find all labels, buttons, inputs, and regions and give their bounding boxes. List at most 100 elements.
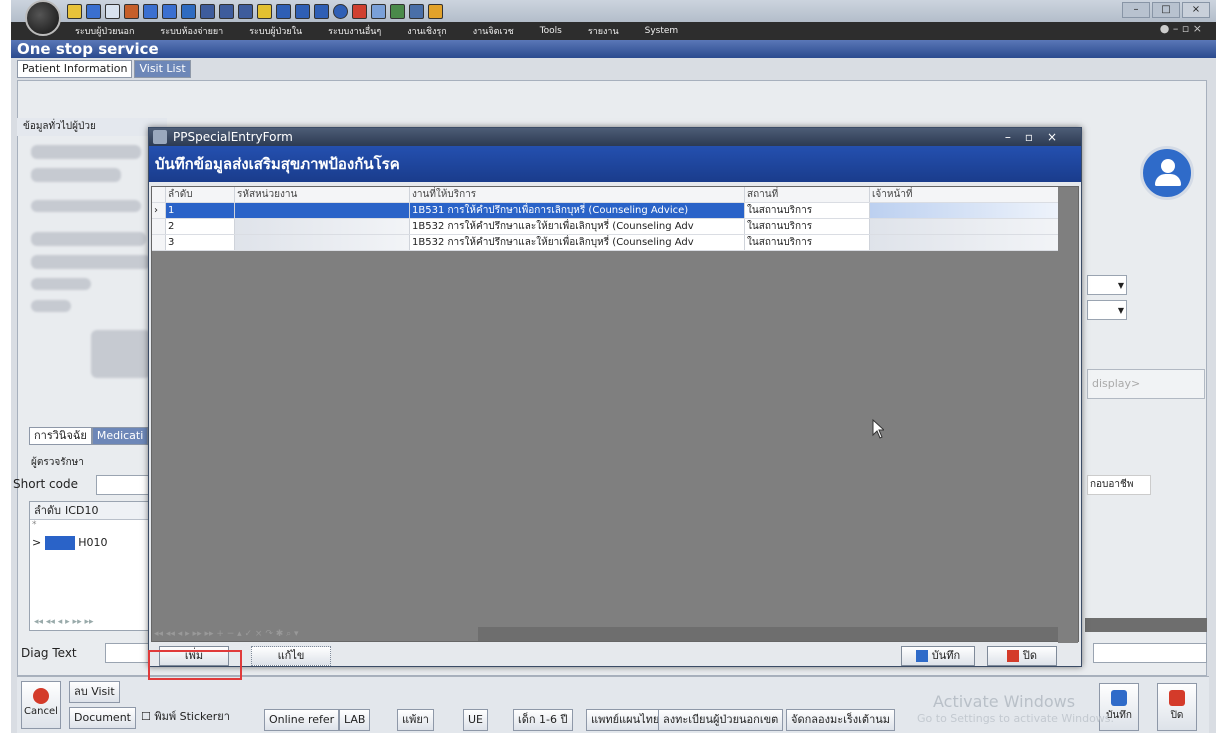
online-refer-button[interactable]: Online refer (264, 709, 340, 731)
ue-button[interactable]: UE (463, 709, 489, 731)
display-box: display> (1087, 369, 1205, 399)
menu-item[interactable]: System (645, 26, 679, 36)
table-row[interactable]: 2 1B532 การให้คำปรึกษาและให้ยาเพื่อเลิกบ… (152, 219, 1060, 235)
toolbar-icon[interactable] (86, 3, 101, 19)
toolbar-icon[interactable] (295, 3, 310, 19)
sticker-checkbox[interactable]: ☐ พิมพ์ Stickerยา (137, 707, 234, 729)
diag-text-label: Diag Text (21, 646, 77, 660)
menu-item[interactable]: งานเชิงรุก (407, 24, 446, 38)
horizontal-scrollbar[interactable] (478, 627, 1058, 641)
patient-group-icon[interactable] (1140, 146, 1194, 200)
dialog-title: PPSpecialEntryForm (173, 130, 293, 144)
dialog-footer: เพิ่ม แก้ไข บันทึก ปิด (151, 643, 1079, 667)
close-icon (1006, 650, 1019, 662)
toolbar-icon[interactable] (371, 3, 386, 19)
document-button[interactable]: Document (69, 707, 136, 729)
toolbar-icon[interactable] (238, 3, 253, 19)
menu-item[interactable]: ระบบผู้ป่วยใน (249, 24, 302, 38)
toolbar-icon[interactable] (276, 3, 291, 19)
toolbar-icon[interactable] (67, 3, 82, 19)
col-service[interactable]: งานที่ให้บริการ (410, 187, 745, 202)
menu-item[interactable]: Tools (540, 26, 562, 36)
dialog-window-controls[interactable]: –▫× (1005, 128, 1071, 146)
close-main-button[interactable]: ปิด (1157, 683, 1197, 731)
diag-text-input-right[interactable] (1093, 643, 1207, 663)
dialog-header: บันทึกข้อมูลส่งเสริมสุขภาพป้องกันโรค (149, 146, 1081, 182)
mdi-controls[interactable]: ● – ▫ × (1160, 22, 1202, 35)
right-dropdown[interactable]: ▼ (1087, 300, 1127, 320)
diagnosis-tabs: การวินิจฉัย Medicati (29, 427, 149, 445)
redacted-field (31, 168, 121, 182)
horizontal-scrollbar[interactable] (1085, 618, 1207, 632)
toolbar-icon[interactable] (219, 3, 234, 19)
toolbar-icon[interactable] (257, 3, 272, 19)
menu-item[interactable]: ระบบผู้ป่วยนอก (75, 24, 134, 38)
minimize-button[interactable]: – (1122, 2, 1150, 18)
save-icon (915, 650, 928, 662)
app-logo (25, 0, 61, 36)
redacted-field (31, 200, 141, 212)
dialog-save-button[interactable]: บันทึก (901, 646, 975, 666)
breast-cancer-button[interactable]: จัดกลองมะเร็งเต้านม (786, 709, 896, 731)
cancel-button[interactable]: Cancel (21, 681, 61, 729)
toolbar-icon[interactable] (200, 3, 215, 19)
col-order[interactable]: ลำดับ (166, 187, 235, 202)
dialog-close-button[interactable]: ปิด (987, 646, 1057, 666)
menu-item[interactable]: ระบบห้องจ่ายยา (160, 24, 223, 38)
tab-visit-list[interactable]: Visit List (134, 60, 191, 78)
highlight-add-button (148, 650, 242, 680)
activation-watermark: Activate Windows (933, 692, 1076, 711)
redacted-field (91, 330, 151, 378)
toolbar-icon[interactable] (181, 3, 196, 19)
toolbar-icon[interactable] (162, 3, 177, 19)
menu-item[interactable]: ระบบงานอื่นๆ (328, 24, 381, 38)
grid-navigator[interactable]: ◂◂ ◂◂ ◂ ▸ ▸▸ ▸▸ (34, 617, 93, 627)
pp-special-entry-dialog: PPSpecialEntryForm –▫× บันทึกข้อมูลส่งเส… (148, 127, 1082, 667)
lab-button[interactable]: LAB (339, 709, 371, 731)
table-row[interactable]: › 1 1B531 การให้คำปรึกษาเพื่อการเลิกบุหร… (152, 203, 1060, 219)
menu-item[interactable]: งานจิตเวช (473, 24, 514, 38)
toolbar-icon[interactable] (314, 3, 329, 19)
toolbar-icon[interactable] (143, 3, 158, 19)
menu-item[interactable]: รายงาน (588, 24, 619, 38)
toolbar-icon[interactable] (105, 3, 120, 19)
redacted-field (31, 145, 141, 159)
redacted-cell (235, 203, 410, 218)
tab-medication[interactable]: Medicati (91, 427, 149, 445)
toolbar-icon[interactable] (124, 3, 139, 19)
register-outside-button[interactable]: ลงทะเบียนผู้ป่วยนอกเขต (658, 709, 784, 731)
tab-diagnosis[interactable]: การวินิจฉัย (29, 427, 92, 445)
drug-allergy-button[interactable]: แพ้ยา (397, 709, 434, 731)
toolbar-icon[interactable] (333, 3, 348, 19)
maximize-button[interactable]: □ (1152, 2, 1180, 18)
toolbar-icon[interactable] (409, 3, 424, 19)
grid-header: ลำดับ รหัสหน่วยงาน งานที่ให้บริการ สถานท… (152, 187, 1060, 203)
icd-grid[interactable]: ลำดับ ICD10 * > H010 ◂◂ ◂◂ ◂ ▸ ▸▸ ▸▸ (29, 501, 163, 631)
tab-patient-information[interactable]: Patient Information (17, 60, 133, 78)
col-unit-code[interactable]: รหัสหน่วยงาน (235, 187, 410, 202)
vertical-scrollbar[interactable] (1058, 187, 1078, 643)
thai-medicine-button[interactable]: แพทย์แผนไทย (586, 709, 665, 731)
close-window-button[interactable]: × (1182, 2, 1210, 18)
toolbar-icon[interactable] (428, 3, 443, 19)
col-place[interactable]: สถานที่ (745, 187, 870, 202)
redacted-cell (235, 235, 410, 250)
edit-button[interactable]: แก้ไข (251, 646, 331, 666)
delete-visit-button[interactable]: ลบ Visit (69, 681, 120, 703)
toolbar-icon[interactable] (390, 3, 405, 19)
redacted-cell (870, 219, 1060, 234)
col-staff[interactable]: เจ้าหน้าที่ (870, 187, 1060, 202)
page-title: One stop service (11, 40, 1216, 58)
service-grid[interactable]: ลำดับ รหัสหน่วยงาน งานที่ให้บริการ สถานท… (151, 186, 1079, 643)
grid-col-icd10: ICD10 (65, 504, 99, 517)
cancel-icon (33, 688, 49, 704)
mouse-cursor-icon (872, 419, 884, 439)
table-row[interactable]: > H010 (30, 536, 162, 552)
right-dropdown[interactable]: ▼ (1087, 275, 1127, 295)
toolbar-icon[interactable] (352, 3, 367, 19)
grid-navigator[interactable]: ◂◂ ◂◂ ◂ ▸ ▸▸ ▸▸ + − ▴ ✓ × ↷ ✱ ⌕ ▾ (154, 629, 299, 639)
child-checkup-button[interactable]: เด็ก 1-6 ปี (513, 709, 573, 731)
table-row[interactable]: 3 1B532 การให้คำปรึกษาและให้ยาเพื่อเลิกบ… (152, 235, 1060, 251)
redacted-cell (870, 203, 1060, 218)
icd-code: H010 (78, 536, 108, 549)
